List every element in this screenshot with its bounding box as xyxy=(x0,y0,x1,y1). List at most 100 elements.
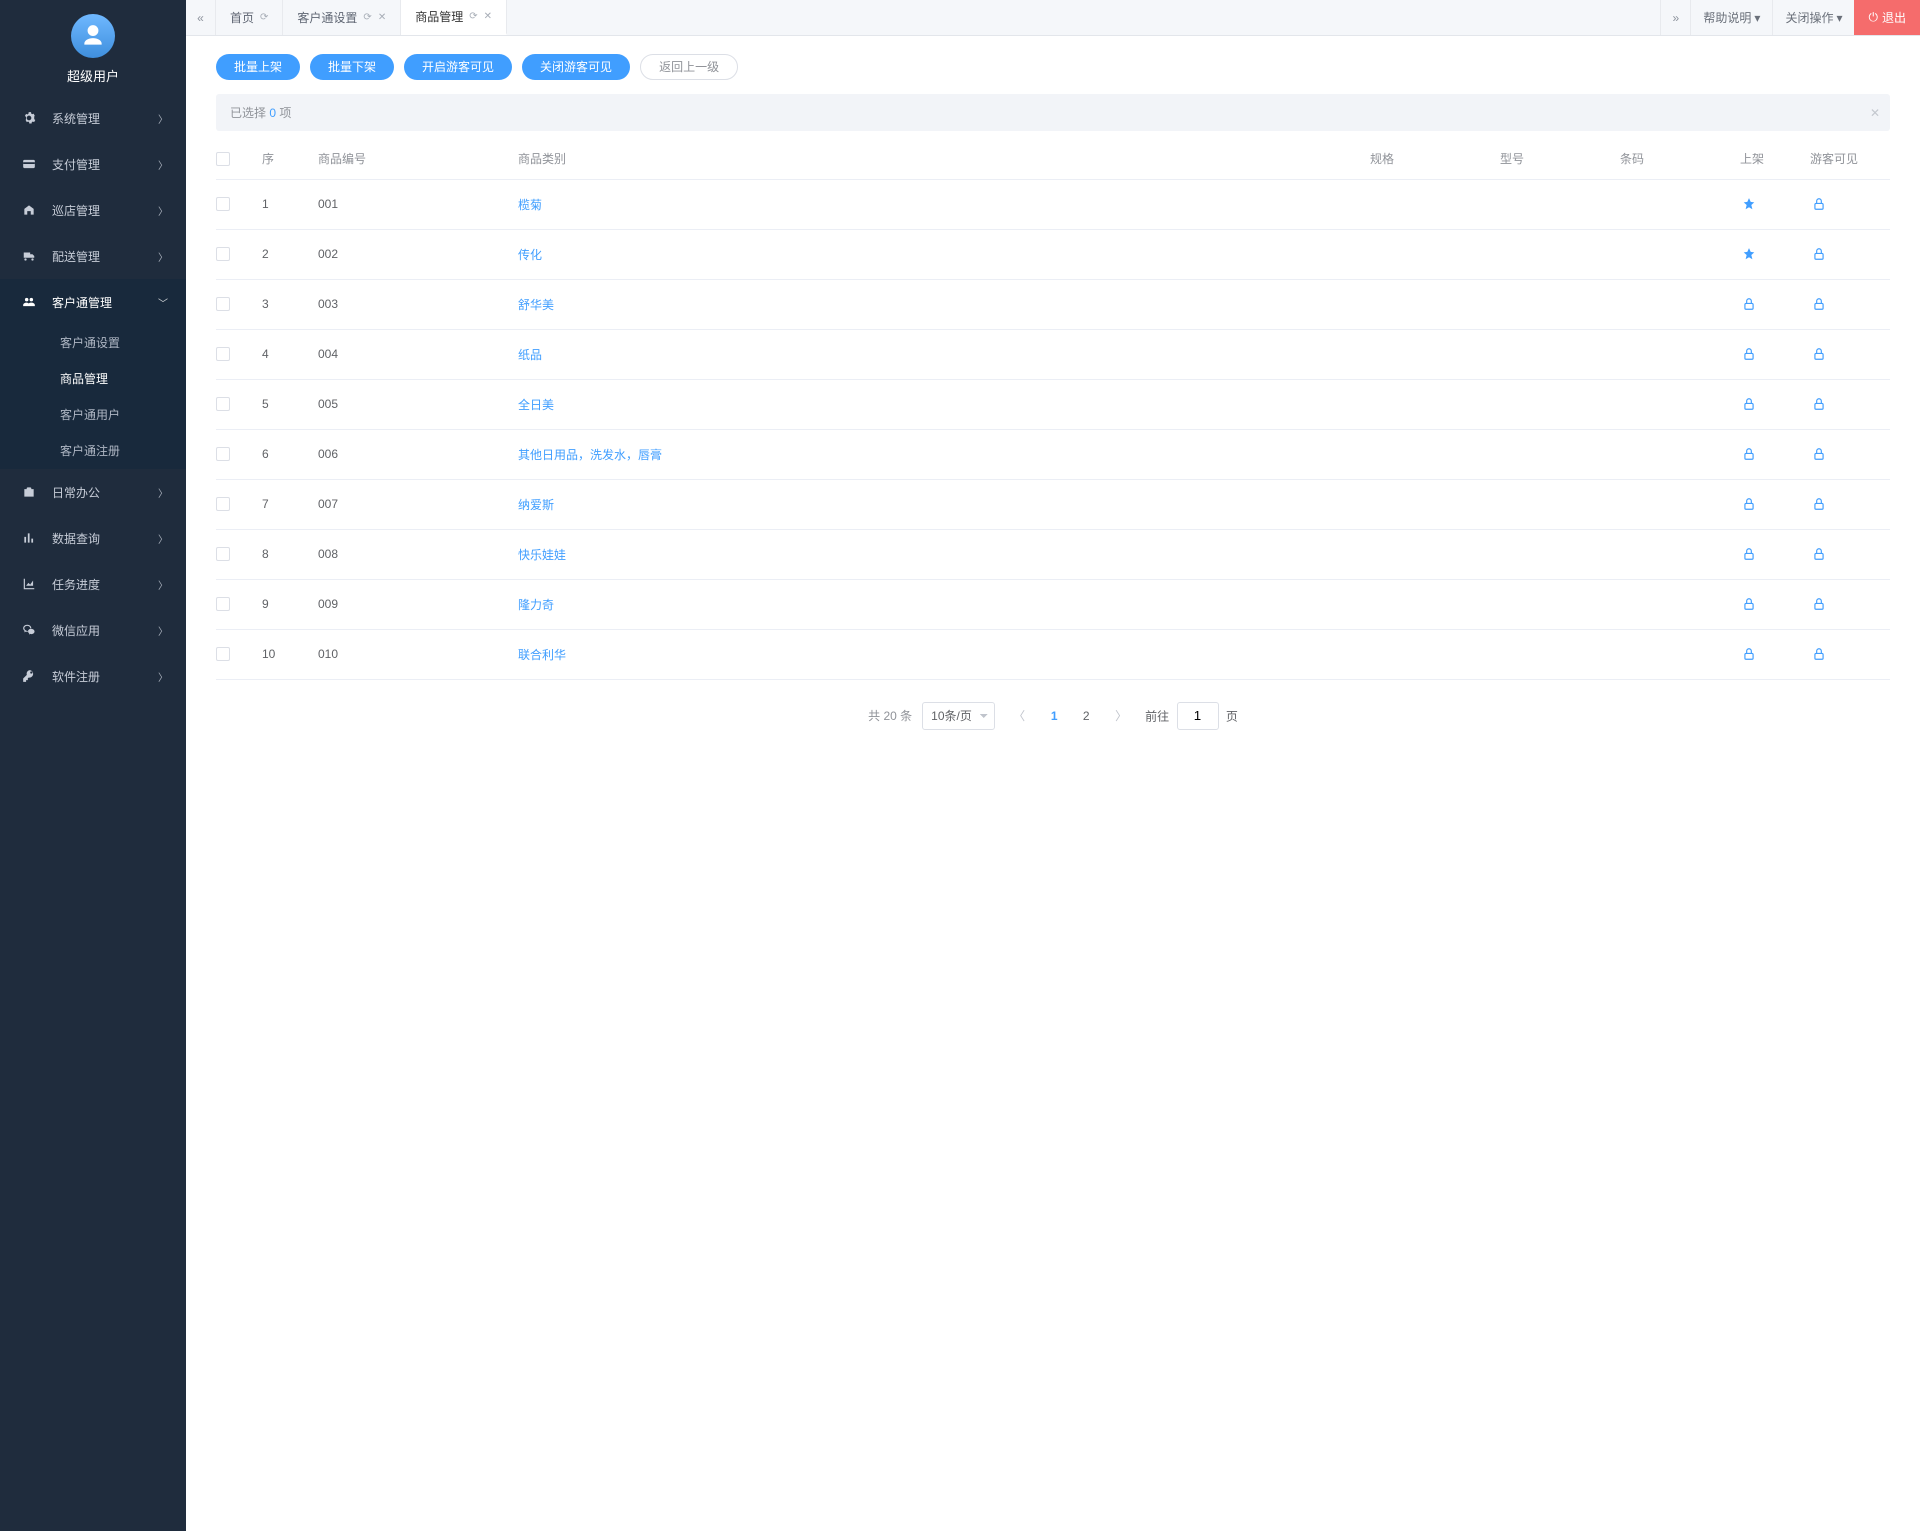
row-checkbox[interactable] xyxy=(216,297,230,311)
close-icon[interactable]: ✕ xyxy=(378,12,386,23)
cell-model xyxy=(1500,179,1620,229)
category-link[interactable]: 快乐娃娃 xyxy=(518,548,566,562)
wechat-icon xyxy=(22,623,40,637)
sidebar-item-register[interactable]: 软件注册 〉 xyxy=(0,653,186,699)
bar-chart-icon xyxy=(22,531,40,545)
sidebar-item-delivery[interactable]: 配送管理 〉 xyxy=(0,233,186,279)
cell-barcode xyxy=(1620,379,1740,429)
col-guest: 游客可见 xyxy=(1810,139,1890,179)
category-link[interactable]: 舒华美 xyxy=(518,298,554,312)
sidebar-item-task[interactable]: 任务进度 〉 xyxy=(0,561,186,607)
sidebar-item-wechat[interactable]: 微信应用 〉 xyxy=(0,607,186,653)
lock-icon[interactable] xyxy=(1810,395,1828,413)
lock-icon[interactable] xyxy=(1740,345,1758,363)
close-ops-button[interactable]: 关闭操作 ▾ xyxy=(1772,0,1854,35)
page-jump-input[interactable] xyxy=(1177,702,1219,730)
star-icon[interactable] xyxy=(1740,195,1758,213)
page-1[interactable]: 1 xyxy=(1043,709,1065,723)
category-link[interactable]: 纸品 xyxy=(518,348,542,362)
row-checkbox[interactable] xyxy=(216,497,230,511)
refresh-icon[interactable]: ⟳ xyxy=(363,12,371,23)
row-checkbox[interactable] xyxy=(216,347,230,361)
truck-icon xyxy=(22,249,40,263)
row-checkbox[interactable] xyxy=(216,597,230,611)
sidebar-item-payment[interactable]: 支付管理 〉 xyxy=(0,141,186,187)
lock-icon[interactable] xyxy=(1740,645,1758,663)
row-checkbox[interactable] xyxy=(216,197,230,211)
line-chart-icon xyxy=(22,577,40,591)
sidebar-sub-customer-settings[interactable]: 客户通设置 xyxy=(0,325,186,361)
lock-icon[interactable] xyxy=(1740,445,1758,463)
lock-icon[interactable] xyxy=(1810,245,1828,263)
sidebar-sub-product-manage[interactable]: 商品管理 xyxy=(0,361,186,397)
next-page-button[interactable]: 〉 xyxy=(1107,702,1135,730)
back-button[interactable]: 返回上一级 xyxy=(640,54,738,80)
tab-customer-settings[interactable]: 客户通设置 ⟳ ✕ xyxy=(283,0,401,35)
close-guest-button[interactable]: 关闭游客可见 xyxy=(522,54,630,80)
sidebar-sub-customer-users[interactable]: 客户通用户 xyxy=(0,397,186,433)
close-icon[interactable]: ✕ xyxy=(484,11,492,22)
prev-page-button[interactable]: 〈 xyxy=(1005,702,1033,730)
row-checkbox[interactable] xyxy=(216,647,230,661)
batch-off-button[interactable]: 批量下架 xyxy=(310,54,394,80)
cell-idx: 5 xyxy=(262,379,318,429)
lock-icon[interactable] xyxy=(1740,595,1758,613)
lock-icon[interactable] xyxy=(1810,495,1828,513)
tab-label: 首页 xyxy=(230,9,254,26)
batch-on-button[interactable]: 批量上架 xyxy=(216,54,300,80)
cogs-icon xyxy=(22,111,40,125)
close-icon[interactable]: ✕ xyxy=(1870,106,1880,120)
refresh-icon[interactable]: ⟳ xyxy=(469,11,477,22)
sidebar-sub-customer-register[interactable]: 客户通注册 xyxy=(0,433,186,469)
sidebar: 超级用户 系统管理 〉 支付管理 〉 巡店管理 〉 配送管理 〉 客户通管理 ﹀ xyxy=(0,0,186,1531)
tabs-scroll-left[interactable]: « xyxy=(186,0,216,35)
cell-model xyxy=(1500,279,1620,329)
tab-home[interactable]: 首页 ⟳ xyxy=(216,0,283,35)
submenu-customer: 客户通设置 商品管理 客户通用户 客户通注册 xyxy=(0,325,186,469)
sidebar-item-system[interactable]: 系统管理 〉 xyxy=(0,95,186,141)
category-link[interactable]: 全日美 xyxy=(518,398,554,412)
row-checkbox[interactable] xyxy=(216,397,230,411)
sidebar-item-customer[interactable]: 客户通管理 ﹀ xyxy=(0,279,186,325)
lock-icon[interactable] xyxy=(1740,295,1758,313)
category-link[interactable]: 其他日用品，洗发水，唇膏 xyxy=(518,448,662,462)
tabs-scroll-right[interactable]: » xyxy=(1660,0,1690,35)
help-button[interactable]: 帮助说明 ▾ xyxy=(1690,0,1772,35)
lock-icon[interactable] xyxy=(1810,595,1828,613)
cell-barcode xyxy=(1620,179,1740,229)
row-checkbox[interactable] xyxy=(216,247,230,261)
sidebar-item-data[interactable]: 数据查询 〉 xyxy=(0,515,186,561)
selection-suffix: 项 xyxy=(276,106,291,120)
row-checkbox[interactable] xyxy=(216,547,230,561)
lock-icon[interactable] xyxy=(1740,495,1758,513)
cell-spec xyxy=(1370,479,1500,529)
tab-product-manage[interactable]: 商品管理 ⟳ ✕ xyxy=(401,0,507,35)
table-row: 10010联合利华 xyxy=(216,629,1890,679)
lock-icon[interactable] xyxy=(1810,445,1828,463)
category-link[interactable]: 传化 xyxy=(518,248,542,262)
category-link[interactable]: 榄菊 xyxy=(518,198,542,212)
avatar xyxy=(71,14,115,58)
sidebar-item-daily[interactable]: 日常办公 〉 xyxy=(0,469,186,515)
category-link[interactable]: 隆力奇 xyxy=(518,598,554,612)
exit-button[interactable]: ⏻ 退出 xyxy=(1854,0,1920,35)
page-2[interactable]: 2 xyxy=(1075,709,1097,723)
category-link[interactable]: 联合利华 xyxy=(518,648,566,662)
refresh-icon[interactable]: ⟳ xyxy=(260,12,268,23)
select-all-checkbox[interactable] xyxy=(216,152,230,166)
row-checkbox[interactable] xyxy=(216,447,230,461)
lock-icon[interactable] xyxy=(1810,195,1828,213)
sidebar-item-store[interactable]: 巡店管理 〉 xyxy=(0,187,186,233)
lock-icon[interactable] xyxy=(1810,645,1828,663)
open-guest-button[interactable]: 开启游客可见 xyxy=(404,54,512,80)
lock-icon[interactable] xyxy=(1740,395,1758,413)
category-link[interactable]: 纳爱斯 xyxy=(518,498,554,512)
table-row: 8008快乐娃娃 xyxy=(216,529,1890,579)
cell-spec xyxy=(1370,629,1500,679)
lock-icon[interactable] xyxy=(1810,295,1828,313)
lock-icon[interactable] xyxy=(1740,545,1758,563)
star-icon[interactable] xyxy=(1740,245,1758,263)
lock-icon[interactable] xyxy=(1810,545,1828,563)
page-size-select[interactable]: 10条/页 xyxy=(922,702,995,730)
lock-icon[interactable] xyxy=(1810,345,1828,363)
